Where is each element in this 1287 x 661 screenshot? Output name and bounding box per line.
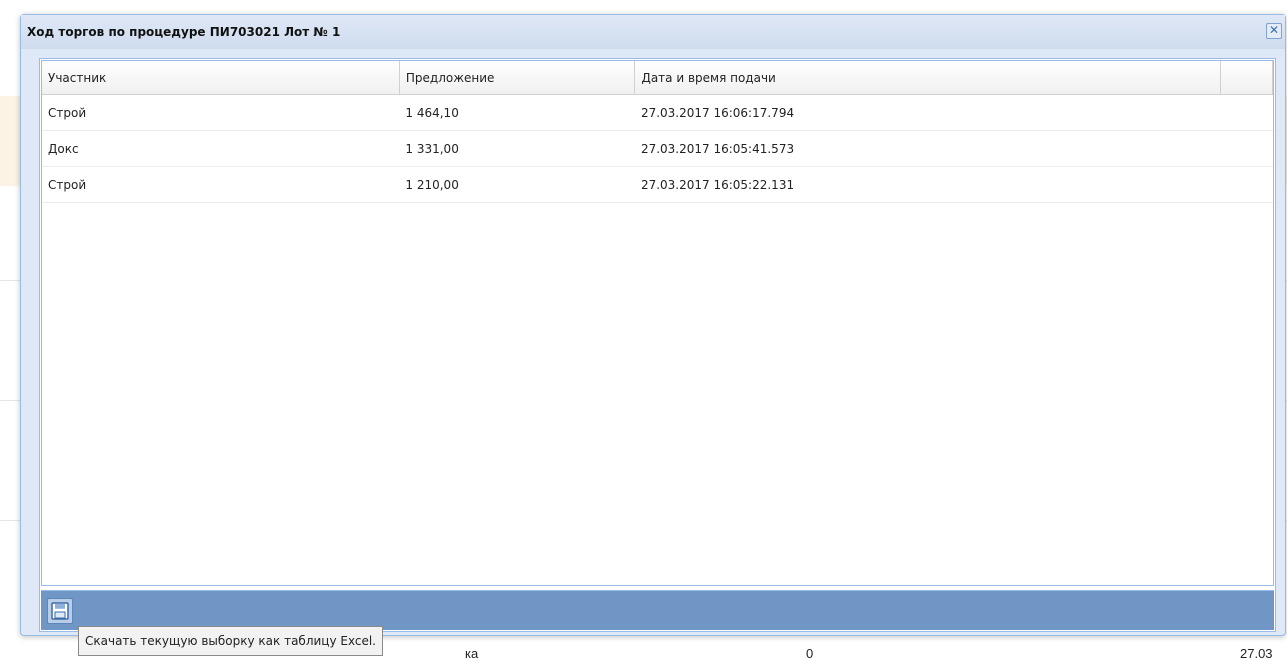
table-row[interactable]: Докс 1 331,00 27.03.2017 16:05:41.573 — [42, 130, 1273, 167]
floppy-disk-icon — [51, 602, 69, 620]
column-header-spacer — [1220, 61, 1273, 95]
cell-submit-time: 27.03.2017 16:05:22.131 — [634, 166, 1221, 203]
table-header-row: Участник Предложение Дата и время подачи — [42, 61, 1273, 95]
bids-table: Участник Предложение Дата и время подачи… — [42, 61, 1273, 203]
column-header-offer[interactable]: Предложение — [399, 61, 636, 95]
bids-grid: Участник Предложение Дата и время подачи… — [41, 60, 1274, 586]
bidding-history-window: Ход торгов по процедуре ПИ703021 Лот № 1… — [20, 14, 1286, 636]
export-tooltip: Скачать текущую выборку как таблицу Exce… — [78, 626, 383, 656]
cell-participant: Строй — [42, 166, 400, 203]
window-title-bar[interactable]: Ход торгов по процедуре ПИ703021 Лот № 1… — [21, 15, 1285, 49]
window-title: Ход торгов по процедуре ПИ703021 Лот № 1 — [27, 25, 341, 39]
close-icon[interactable]: ✕ — [1266, 23, 1282, 39]
cell-submit-time: 27.03.2017 16:06:17.794 — [634, 94, 1221, 131]
column-header-participant[interactable]: Участник — [42, 61, 400, 95]
background-cell-text: ка — [465, 646, 479, 661]
grid-toolbar — [41, 590, 1274, 630]
cell-spacer — [1220, 166, 1273, 203]
cell-offer: 1 464,10 — [399, 94, 635, 131]
table-row[interactable]: Строй 1 464,10 27.03.2017 16:06:17.794 — [42, 94, 1273, 131]
background-cell-text: 27.03 — [1240, 646, 1273, 661]
cell-spacer — [1220, 130, 1273, 167]
export-excel-button[interactable] — [47, 598, 73, 624]
cell-spacer — [1220, 94, 1273, 131]
grid-panel: Участник Предложение Дата и время подачи… — [39, 58, 1276, 632]
cell-submit-time: 27.03.2017 16:05:41.573 — [634, 130, 1221, 167]
background-cell-text: 0 — [806, 646, 814, 661]
cell-participant: Строй — [42, 94, 400, 131]
cell-offer: 1 331,00 — [399, 130, 635, 167]
table-row[interactable]: Строй 1 210,00 27.03.2017 16:05:22.131 — [42, 166, 1273, 203]
cell-offer: 1 210,00 — [399, 166, 635, 203]
column-header-submit-time[interactable]: Дата и время подачи — [634, 61, 1221, 95]
cell-participant: Докс — [42, 130, 400, 167]
